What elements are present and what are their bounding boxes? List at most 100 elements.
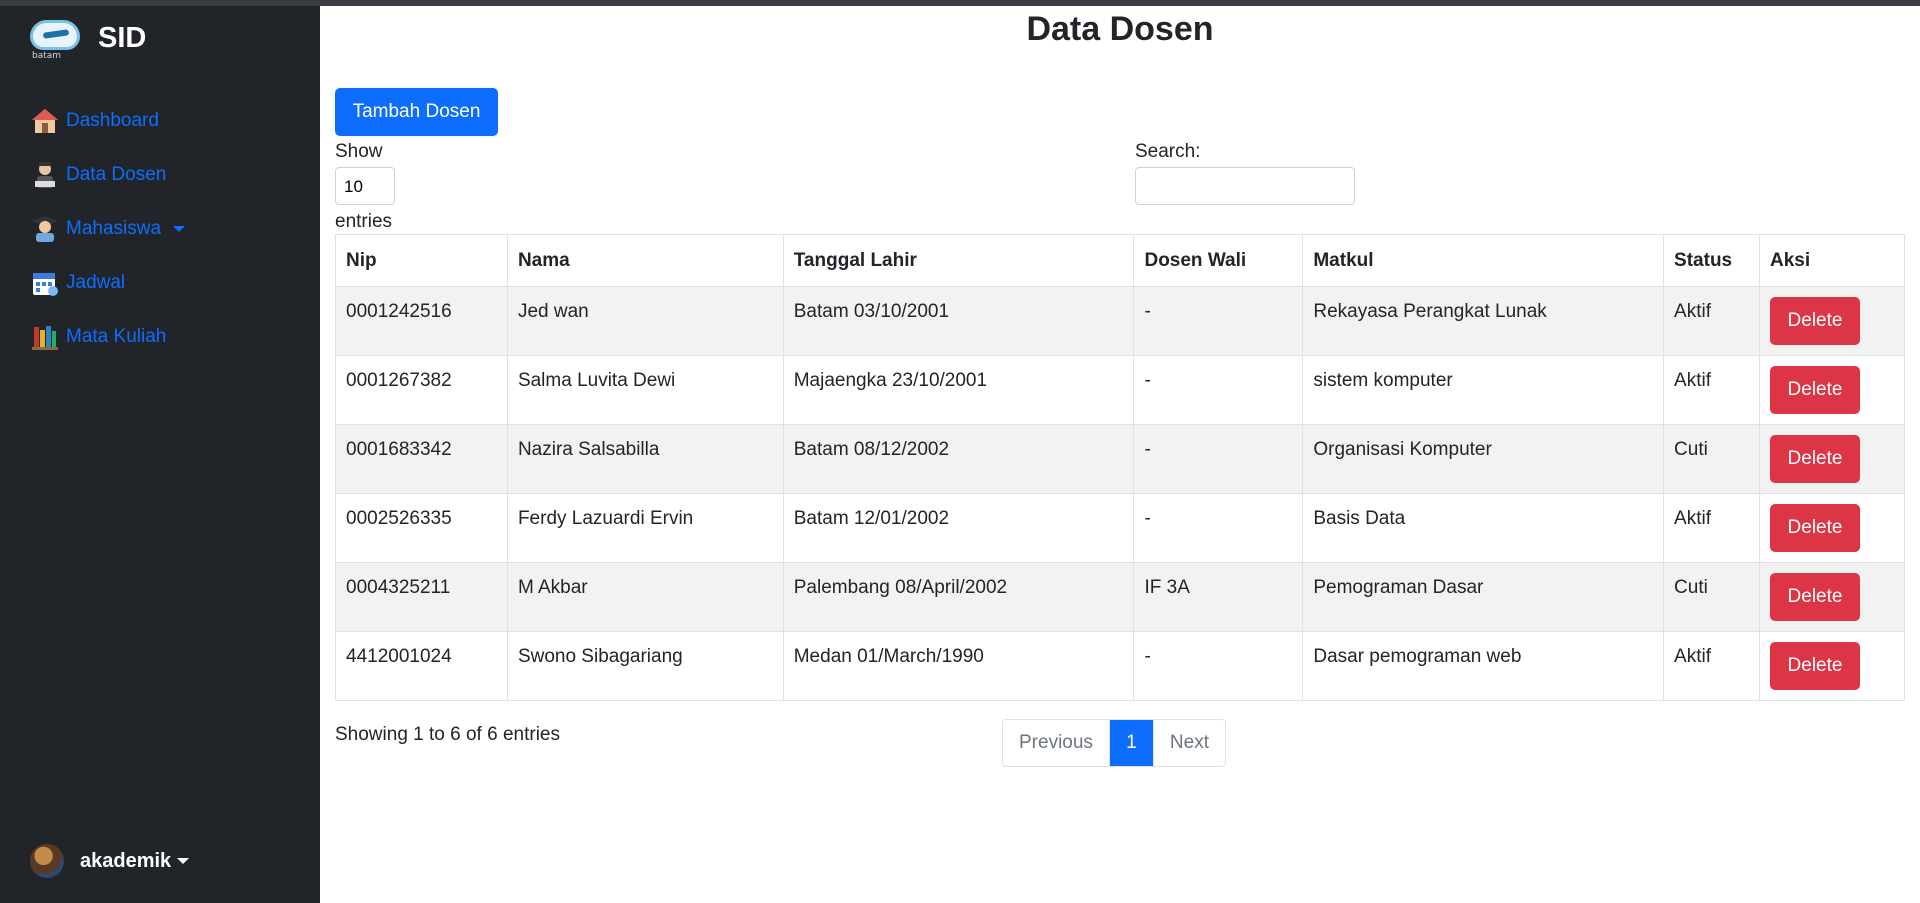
search-control: Search: [1135, 141, 1355, 205]
table-row: 4412001024 Swono Sibagariang Medan 01/Ma… [335, 631, 1905, 701]
table-header-row: Nip Nama Tanggal Lahir Dosen Wali Matkul… [335, 234, 1905, 287]
cell-tanggal-lahir: Medan 01/March/1990 [782, 631, 1135, 701]
cell-dosen-wali: - [1133, 493, 1304, 563]
cell-status: Aktif [1663, 631, 1761, 701]
table-row: 0004325211 M Akbar Palembang 08/April/20… [335, 562, 1905, 632]
cell-nip: 0002526335 [335, 493, 508, 563]
sidebar-item-label: Jadwal [66, 272, 126, 293]
entries-label: entries [335, 211, 393, 232]
column-header-tanggal-lahir[interactable]: Tanggal Lahir [782, 234, 1135, 287]
cell-nip: 4412001024 [335, 631, 508, 701]
column-header-nama[interactable]: Nama [506, 234, 784, 287]
lecturer-icon [30, 160, 60, 190]
column-header-status[interactable]: Status [1663, 234, 1761, 287]
cell-matkul: Basis Data [1302, 493, 1665, 563]
user-menu[interactable]: akademik [30, 844, 190, 878]
add-dosen-button[interactable]: Tambah Dosen [335, 88, 498, 136]
cell-aksi: Delete [1759, 286, 1905, 356]
page-title: Data Dosen [1026, 10, 1214, 48]
sidebar-item-mahasiswa[interactable]: Mahasiswa [30, 202, 186, 256]
cell-matkul: Pemograman Dasar [1302, 562, 1665, 632]
avatar [30, 844, 64, 878]
show-label: Show [335, 141, 383, 162]
sidebar-item-dashboard[interactable]: Dashboard [30, 94, 185, 148]
search-input[interactable] [1135, 167, 1355, 205]
page-1-button[interactable]: 1 [1109, 720, 1154, 766]
cell-status: Aktif [1663, 493, 1761, 563]
brand-title: SID [98, 21, 147, 54]
dosen-table: Nip Nama Tanggal Lahir Dosen Wali Matkul… [335, 234, 1905, 701]
table-row: 0001242516 Jed wan Batam 03/10/2001 - Re… [335, 286, 1905, 356]
delete-button[interactable]: Delete [1770, 504, 1861, 552]
user-name: akademik [80, 849, 172, 872]
sidebar-item-label: Mata Kuliah [66, 326, 167, 347]
cell-dosen-wali: - [1133, 424, 1304, 494]
delete-button[interactable]: Delete [1770, 642, 1861, 690]
cell-nama: Nazira Salsabilla [506, 424, 784, 494]
cell-dosen-wali: - [1133, 631, 1304, 701]
cell-tanggal-lahir: Batam 08/12/2002 [782, 424, 1135, 494]
cell-nama: M Akbar [506, 562, 784, 632]
cell-dosen-wali: - [1133, 355, 1304, 425]
cell-status: Aktif [1663, 355, 1761, 425]
pagination: Previous 1 Next [1002, 719, 1226, 767]
cell-tanggal-lahir: Palembang 08/April/2002 [782, 562, 1135, 632]
calendar-icon [30, 268, 60, 298]
table-info: Showing 1 to 6 of 6 entries [335, 724, 560, 745]
sidebar-nav: Dashboard Data Dosen Mahasiswa Jadwal Ma… [30, 94, 186, 364]
sidebar-item-mata-kuliah[interactable]: Mata Kuliah [30, 310, 185, 364]
cell-matkul: Rekayasa Perangkat Lunak [1302, 286, 1665, 356]
column-header-aksi[interactable]: Aksi [1759, 234, 1905, 287]
sidebar-item-jadwal[interactable]: Jadwal [30, 256, 185, 310]
books-icon [30, 322, 60, 352]
cell-aksi: Delete [1759, 562, 1905, 632]
table-row: 0001267382 Salma Luvita Dewi Majaengka 2… [335, 355, 1905, 425]
next-page-button[interactable]: Next [1153, 720, 1225, 766]
cell-dosen-wali: IF 3A [1133, 562, 1304, 632]
cell-matkul: Dasar pemograman web [1302, 631, 1665, 701]
sidebar-item-data-dosen[interactable]: Data Dosen [30, 148, 185, 202]
cell-nip: 0001267382 [335, 355, 508, 425]
student-icon [30, 214, 60, 244]
table-row: 0002526335 Ferdy Lazuardi Ervin Batam 12… [335, 493, 1905, 563]
sidebar-item-label: Dashboard [66, 110, 159, 131]
cell-nama: Swono Sibagariang [506, 631, 784, 701]
cell-aksi: Delete [1759, 631, 1905, 701]
cell-nip: 0001683342 [335, 424, 508, 494]
cell-matkul: sistem komputer [1302, 355, 1665, 425]
cell-matkul: Organisasi Komputer [1302, 424, 1665, 494]
delete-button[interactable]: Delete [1770, 573, 1861, 621]
search-label: Search: [1135, 141, 1201, 162]
cell-status: Aktif [1663, 286, 1761, 356]
sidebar-item-label: Data Dosen [66, 164, 167, 185]
delete-button[interactable]: Delete [1770, 297, 1861, 345]
column-header-matkul[interactable]: Matkul [1302, 234, 1665, 287]
column-header-dosen-wali[interactable]: Dosen Wali [1133, 234, 1304, 287]
entries-select[interactable]: 10 [335, 167, 395, 205]
cell-nip: 0004325211 [335, 562, 508, 632]
cell-aksi: Delete [1759, 355, 1905, 425]
house-icon [30, 106, 60, 136]
column-header-nip[interactable]: Nip [335, 234, 508, 287]
sidebar: batam SID Dashboard Data Dosen Mahasiswa [0, 6, 320, 903]
cell-tanggal-lahir: Batam 03/10/2001 [782, 286, 1135, 356]
cell-nip: 0001242516 [335, 286, 508, 356]
main-content: Data Dosen Tambah Dosen Show 10 entries … [320, 6, 1920, 903]
cell-tanggal-lahir: Batam 12/01/2002 [782, 493, 1135, 563]
chevron-down-icon[interactable] [173, 226, 186, 232]
table-row: 0001683342 Nazira Salsabilla Batam 08/12… [335, 424, 1905, 494]
chevron-down-icon[interactable] [177, 858, 190, 864]
cell-status: Cuti [1663, 424, 1761, 494]
previous-page-button[interactable]: Previous [1003, 720, 1110, 766]
delete-button[interactable]: Delete [1770, 435, 1861, 483]
cell-status: Cuti [1663, 562, 1761, 632]
delete-button[interactable]: Delete [1770, 366, 1861, 414]
cell-tanggal-lahir: Majaengka 23/10/2001 [782, 355, 1135, 425]
cell-nama: Salma Luvita Dewi [506, 355, 784, 425]
brand[interactable]: batam SID [28, 18, 146, 62]
entries-length-control: Show 10 entries [335, 141, 395, 233]
cell-dosen-wali: - [1133, 286, 1304, 356]
cell-aksi: Delete [1759, 493, 1905, 563]
cell-nama: Jed wan [506, 286, 784, 356]
cell-nama: Ferdy Lazuardi Ervin [506, 493, 784, 563]
